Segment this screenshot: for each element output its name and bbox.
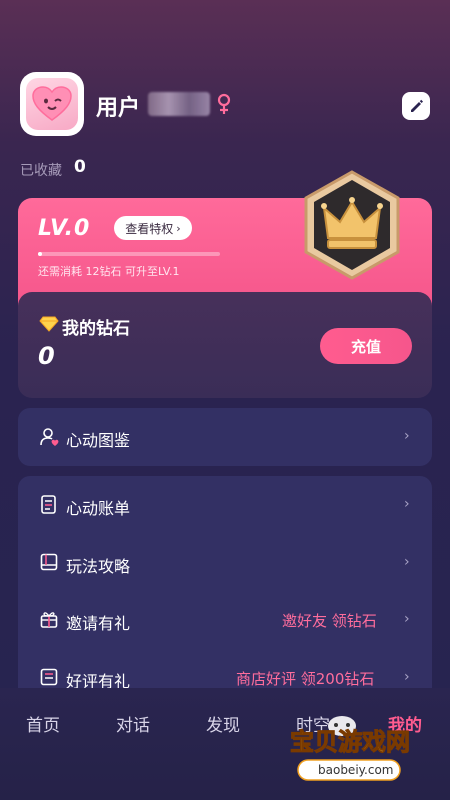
- menu-gallery-label: 心动图鉴: [66, 431, 131, 450]
- svg-text:宝贝游戏网: 宝贝游戏网: [290, 728, 410, 756]
- diamond-gem-icon: [39, 316, 59, 332]
- recharge-button[interactable]: 充值: [320, 328, 412, 364]
- menu-guide-label[interactable]: 玩法攻略: [66, 553, 130, 577]
- tab-discover[interactable]: 发现: [206, 711, 240, 736]
- avatar[interactable]: [20, 72, 84, 136]
- favorites-count: 0: [74, 157, 86, 177]
- level-progress-track: [38, 252, 220, 256]
- tab-chat[interactable]: 对话: [116, 711, 150, 736]
- view-privileges-label: 查看特权: [125, 221, 174, 236]
- watermark-url: baobeiy.com: [318, 763, 394, 777]
- edit-profile-button[interactable]: [402, 92, 430, 120]
- user-heart-icon: [40, 427, 59, 446]
- guide-book-icon: [40, 553, 58, 571]
- menu-invite-label[interactable]: 邀请有礼: [66, 610, 130, 634]
- review-icon: [40, 668, 58, 686]
- bill-icon: [40, 495, 58, 514]
- chevron-right-icon: ›: [404, 496, 410, 512]
- level-progress-fill: [38, 252, 42, 256]
- favorites-label: 已收藏: [20, 163, 62, 179]
- menu-invite-extra: 邀好友 领钻石: [282, 612, 377, 630]
- chevron-right-icon: ›: [404, 669, 410, 685]
- crown-badge-icon: [300, 168, 404, 282]
- chevron-right-icon: ›: [404, 611, 410, 627]
- diamond-count: 0: [38, 342, 55, 370]
- tab-home[interactable]: 首页: [26, 711, 60, 736]
- chevron-right-icon: ›: [404, 554, 410, 570]
- gift-icon: [40, 610, 58, 628]
- pencil-icon: [411, 99, 423, 112]
- diamond-title: 我的钻石: [62, 319, 130, 339]
- menu-review-extra: 商店好评 领200钻石: [236, 670, 375, 688]
- menu-bill-label[interactable]: 心动账单: [66, 495, 130, 519]
- username-blur-mask: [148, 92, 210, 116]
- level-label: LV.0: [38, 216, 91, 241]
- watermark-logo: 宝贝游戏网 baobeiy.com: [272, 708, 428, 792]
- level-hint: 还需消耗 12钻石 可升至LV.1: [38, 265, 180, 278]
- chevron-right-icon: ›: [404, 428, 410, 444]
- username: 用户: [96, 96, 141, 121]
- chevron-right-icon: ›: [176, 221, 181, 235]
- heart-avatar-image: [26, 78, 78, 130]
- view-privileges-button[interactable]: 查看特权 ›: [114, 216, 192, 240]
- female-gender-icon: [216, 93, 232, 115]
